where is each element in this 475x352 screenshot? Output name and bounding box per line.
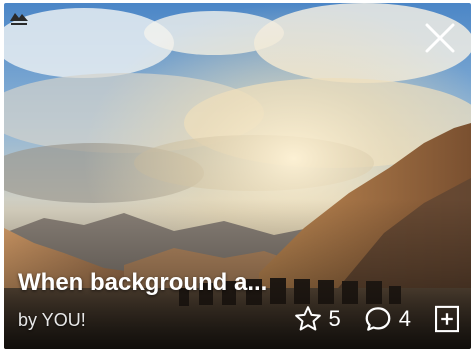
comment-count: 4	[398, 306, 411, 331]
site-logo-icon[interactable]	[8, 7, 30, 29]
card-actions: 5 4	[271, 299, 462, 339]
photo-card[interactable]: When background a... by YOU! 5 4	[4, 3, 471, 349]
close-icon[interactable]	[423, 21, 457, 55]
card-author[interactable]: by YOU!	[18, 310, 86, 331]
comment-button[interactable]: 4	[363, 304, 411, 334]
star-icon	[294, 306, 321, 331]
add-to-collection-icon	[435, 305, 459, 333]
star-button[interactable]: 5	[293, 304, 341, 334]
add-to-collection-button[interactable]	[433, 304, 461, 334]
star-count: 5	[328, 306, 341, 331]
comment-icon	[365, 307, 391, 331]
card-title[interactable]: When background a...	[18, 269, 267, 297]
